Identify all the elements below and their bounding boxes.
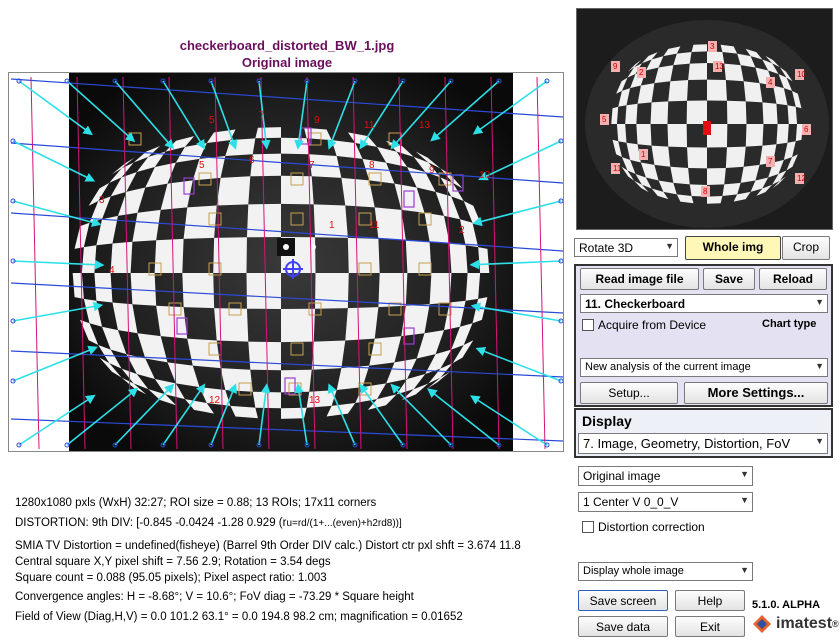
svg-text:8: 8 [369,160,375,171]
info-distortion: DISTORTION: 9th DIV: [-0.845 -0.0424 -1.… [15,517,402,529]
svg-text:3: 3 [710,42,715,51]
svg-text:5: 5 [199,160,205,171]
distortion-correction-label: Distortion correction [598,520,705,534]
svg-text:10: 10 [479,170,491,181]
svg-text:10: 10 [797,70,806,79]
svg-text:2: 2 [639,68,644,77]
svg-text:5: 5 [602,115,607,124]
svg-text:9: 9 [314,115,320,126]
save-data-button[interactable]: Save data [578,616,668,637]
image-type-select[interactable]: Original image ▼ [578,466,753,486]
svg-text:2: 2 [459,225,465,236]
image-filename-title: checkerboard_distorted_BW_1.jpg [179,38,395,53]
distortion-plot: 5 7 9 11 13 5 6 7 8 9 10 11 4 3 2 1 12 13 [10,73,563,451]
save-button[interactable]: Save [703,268,755,290]
info-convergence: Convergence angles: H = -8.68°; V = 10.6… [15,591,414,603]
info-smia: SMIA TV Distortion = undefined(fisheye) … [15,540,521,552]
roi-center-select[interactable]: 1 Center V 0_0_V ▼ [578,492,753,512]
image-subtitle: Original image [241,55,333,70]
acquire-device-label: Acquire from Device [598,318,707,332]
svg-text:12: 12 [209,395,221,406]
chart-type-select[interactable]: 11. Checkerboard ▼ [580,294,828,313]
svg-text:11: 11 [613,164,622,173]
svg-text:9: 9 [429,165,435,176]
display-whole-select[interactable]: Display whole image ▼ [578,562,753,581]
svg-text:11: 11 [369,220,380,231]
chevron-down-icon: ▼ [815,297,824,307]
save-screen-button[interactable]: Save screen [578,590,668,611]
info-image-size: 1280x1080 pxls (WxH) 32:27; ROI size = 0… [15,497,377,509]
exit-button[interactable]: Exit [675,616,745,637]
svg-text:4: 4 [768,78,773,87]
chevron-down-icon: ▼ [815,436,824,446]
svg-text:7: 7 [309,160,315,171]
svg-text:8: 8 [703,187,708,196]
imatest-logo-icon [753,615,771,633]
svg-text:1: 1 [329,220,335,231]
svg-text:1: 1 [641,150,646,159]
svg-text:4: 4 [109,265,115,276]
setup-button[interactable]: Setup... [580,382,678,404]
reload-button[interactable]: Reload [759,268,827,290]
chevron-down-icon: ▼ [815,361,824,371]
info-central-shift: Central square X,Y pixel shift = 7.56 2.… [15,556,331,568]
svg-text:3: 3 [99,195,105,206]
info-fov: Field of View (Diag,H,V) = 0.0 101.2 63.… [15,611,463,623]
svg-text:13: 13 [715,62,724,71]
info-square-count: Square count = 0.088 (95.05 pixels); Pix… [15,572,327,584]
whole-img-button[interactable]: Whole img [685,236,781,260]
chevron-down-icon: ▼ [740,469,749,479]
main-image-view[interactable]: 5 7 9 11 13 5 6 7 8 9 10 11 4 3 2 1 12 13 [8,72,564,452]
chevron-down-icon: ▼ [740,495,749,505]
imatest-logo: imatest ® [752,614,839,634]
chart-type-label: Chart type [762,318,817,330]
svg-text:7: 7 [768,157,773,166]
svg-text:11: 11 [364,120,375,131]
version-label: 5.1.0. ALPHA [752,599,821,611]
analysis-select[interactable]: New analysis of the current image ▼ [580,358,828,377]
chevron-down-icon: ▼ [740,565,749,575]
chevron-down-icon: ▼ [665,241,674,251]
svg-text:6: 6 [249,155,255,166]
svg-text:9: 9 [613,62,618,71]
distortion-correction-checkbox[interactable] [582,521,594,533]
svg-text:12: 12 [797,174,806,183]
acquire-device-checkbox[interactable] [582,319,594,331]
display-mode-select[interactable]: 7. Image, Geometry, Distortion, FoV ▼ [578,433,828,454]
svg-text:5: 5 [209,115,215,126]
display-title: Display [582,413,632,429]
svg-text:7: 7 [259,110,265,121]
thumbnail-image[interactable]: 2 3 4 5 6 7 1 8 9 10 11 12 13 [576,8,833,230]
svg-text:13: 13 [309,395,321,406]
help-button[interactable]: Help [675,590,745,611]
rotate-3d-select[interactable]: Rotate 3D ▼ [574,238,678,257]
crop-button[interactable]: Crop [782,236,830,260]
more-settings-button[interactable]: More Settings... [684,382,828,404]
svg-text:6: 6 [804,125,809,134]
svg-text:13: 13 [419,120,431,131]
read-image-file-button[interactable]: Read image file [580,268,699,290]
thumbnail-plot: 2 3 4 5 6 7 1 8 9 10 11 12 13 [577,9,832,229]
